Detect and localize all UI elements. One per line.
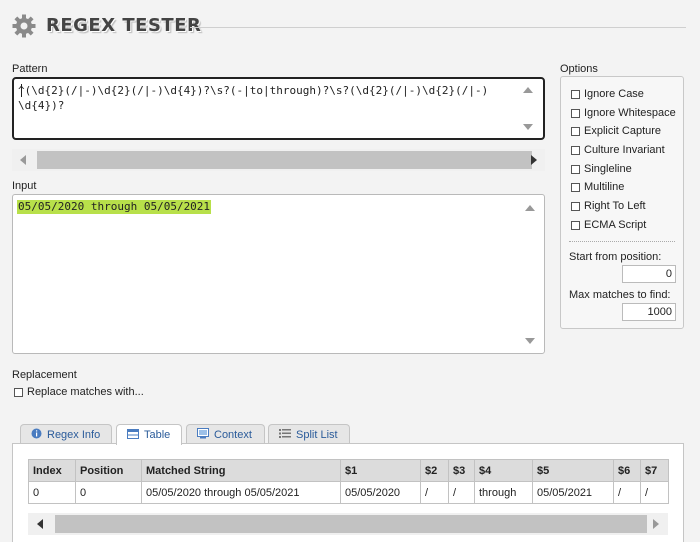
option-label: Explicit Capture (584, 125, 662, 137)
app-title: REGEX TESTER (46, 15, 202, 36)
options-label: Options (560, 63, 598, 75)
checkbox[interactable] (571, 126, 580, 136)
tab-split-list[interactable]: Split List (268, 424, 350, 444)
column-header[interactable]: $4 (474, 459, 533, 482)
option-right-to-left[interactable]: Right To Left (571, 198, 646, 214)
pattern-hscrollbar[interactable] (12, 149, 545, 171)
max-matches-input[interactable] (622, 303, 676, 321)
tab-label: Regex Info (47, 428, 101, 441)
start-position-input[interactable] (622, 265, 676, 283)
input-textarea[interactable]: 05/05/2020 through 05/05/2021 (12, 194, 545, 354)
column-header[interactable]: $1 (340, 459, 421, 482)
pattern-text[interactable]: ^(\d{2}(/|-)\d{2}(/|-)\d{4})?\s?(-|to|th… (18, 83, 498, 113)
option-culture-invariant[interactable]: Culture Invariant (571, 142, 665, 158)
max-matches-label: Max matches to find: (569, 289, 671, 301)
column-header[interactable]: $7 (640, 459, 669, 482)
column-header[interactable]: Matched String (141, 459, 341, 482)
table-cell: 0 (28, 481, 76, 504)
checkbox[interactable] (571, 108, 580, 118)
scroll-down-arrow-icon[interactable] (525, 338, 535, 344)
option-label: Right To Left (584, 200, 646, 212)
option-label: Ignore Whitespace (584, 107, 676, 119)
column-header[interactable]: $3 (448, 459, 475, 482)
input-vscrollbar[interactable] (517, 196, 543, 352)
table-cell: / (613, 481, 641, 504)
table-hscrollbar[interactable] (28, 513, 668, 535)
input-label: Input (12, 180, 37, 192)
column-header[interactable]: $6 (613, 459, 641, 482)
checkbox[interactable] (571, 89, 580, 99)
option-multiline[interactable]: Multiline (571, 179, 624, 195)
list-icon (279, 428, 291, 441)
scroll-thumb[interactable] (55, 515, 647, 533)
checkbox[interactable] (571, 201, 580, 211)
table-header-row: Index Position Matched String $1 $2 $3 $… (28, 459, 669, 482)
replace-checkbox-label: Replace matches with... (27, 386, 144, 398)
option-label: Singleline (584, 163, 632, 175)
table-cell: / (420, 481, 449, 504)
checkbox[interactable] (571, 182, 580, 192)
option-ecma-script[interactable]: ECMA Script (571, 217, 646, 233)
pattern-input[interactable]: ^(\d{2}(/|-)\d{2}(/|-)\d{4})?\s?(-|to|th… (12, 77, 545, 140)
scroll-right-arrow-icon[interactable] (653, 519, 659, 529)
options-divider (569, 241, 675, 242)
table-cell: 05/05/2021 (532, 481, 614, 504)
scroll-thumb[interactable] (37, 151, 532, 169)
info-icon (31, 428, 42, 442)
app-header: REGEX TESTER (0, 0, 700, 56)
tab-regex-info[interactable]: Regex Info (20, 424, 112, 444)
table-cell: / (448, 481, 475, 504)
scroll-left-arrow-icon[interactable] (37, 519, 43, 529)
table-row[interactable]: 0 0 05/05/2020 through 05/05/2021 05/05/… (28, 481, 669, 504)
replacement-label: Replacement (12, 369, 77, 381)
replace-matches-option[interactable]: Replace matches with... (14, 386, 144, 398)
tab-label: Table (144, 429, 171, 441)
table-icon (127, 428, 139, 442)
tab-label: Split List (296, 428, 338, 441)
column-header[interactable]: Position (75, 459, 142, 482)
scroll-left-arrow-icon[interactable] (20, 155, 26, 165)
option-label: Culture Invariant (584, 144, 665, 156)
table-cell: / (640, 481, 669, 504)
table-cell: 05/05/2020 through 05/05/2021 (141, 481, 341, 504)
scroll-down-arrow-icon[interactable] (523, 124, 533, 130)
replace-checkbox[interactable] (14, 387, 23, 397)
column-header[interactable]: $5 (532, 459, 614, 482)
scroll-right-arrow-icon[interactable] (531, 155, 537, 165)
scroll-up-arrow-icon[interactable] (525, 205, 535, 211)
option-label: ECMA Script (584, 219, 647, 231)
checkbox[interactable] (571, 164, 580, 174)
option-ignore-whitespace[interactable]: Ignore Whitespace (571, 105, 676, 121)
option-singleline[interactable]: Singleline (571, 161, 632, 177)
table-cell: 05/05/2020 (340, 481, 421, 504)
option-ignore-case[interactable]: Ignore Case (571, 86, 644, 102)
checkbox[interactable] (571, 220, 580, 230)
option-explicit-capture[interactable]: Explicit Capture (571, 123, 661, 139)
option-label: Multiline (584, 181, 625, 193)
table-cell: through (474, 481, 533, 504)
tab-table[interactable]: Table (116, 424, 182, 445)
context-icon (197, 427, 209, 442)
text-cursor (21, 84, 22, 97)
start-position-label: Start from position: (569, 251, 662, 263)
pattern-vscrollbar[interactable] (515, 81, 541, 136)
options-panel: Ignore Case Ignore Whitespace Explicit C… (560, 76, 684, 329)
results-table: Index Position Matched String $1 $2 $3 $… (28, 459, 669, 504)
option-label: Ignore Case (584, 88, 644, 100)
column-header[interactable]: Index (28, 459, 76, 482)
gear-icon (12, 14, 36, 38)
tab-label: Context (214, 428, 252, 441)
table-cell: 0 (75, 481, 142, 504)
pattern-label: Pattern (12, 63, 48, 75)
column-header[interactable]: $2 (420, 459, 449, 482)
input-text-match[interactable]: 05/05/2020 through 05/05/2021 (17, 200, 212, 214)
header-divider (190, 27, 686, 28)
checkbox[interactable] (571, 145, 580, 155)
tab-context[interactable]: Context (186, 424, 265, 444)
scroll-up-arrow-icon[interactable] (523, 87, 533, 93)
